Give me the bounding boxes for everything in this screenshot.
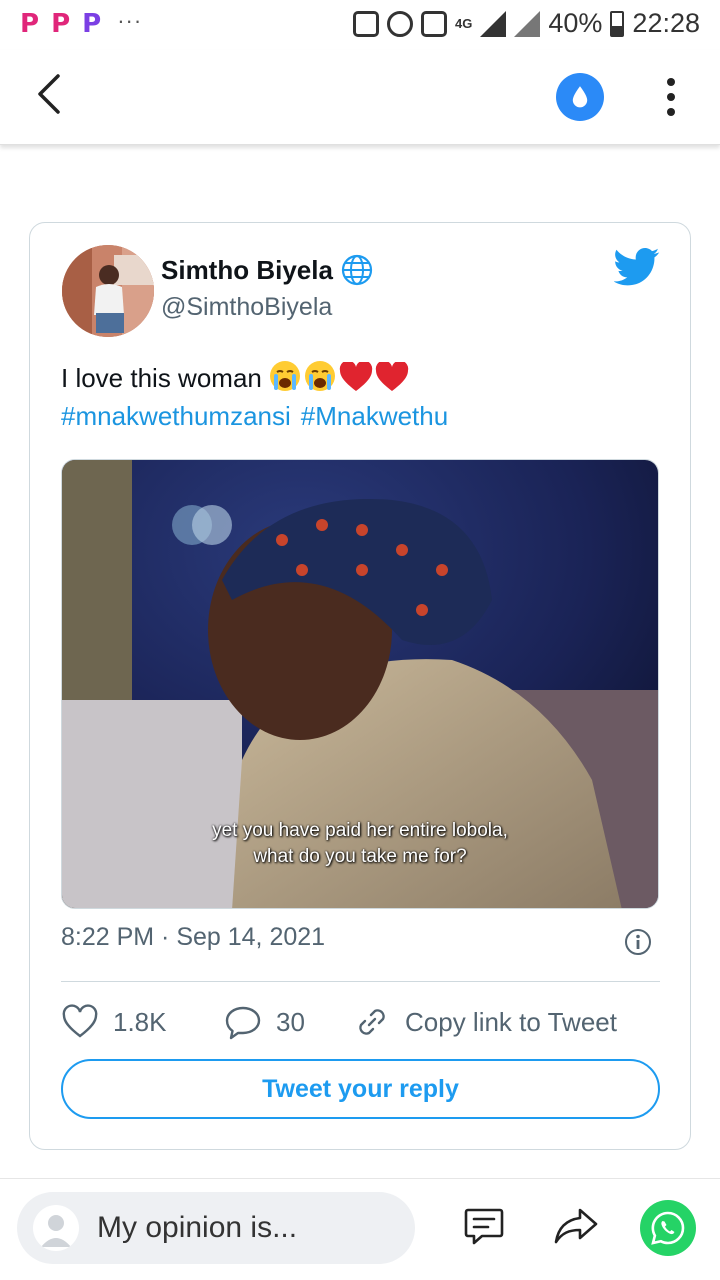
crying-face-icon [305,361,336,391]
battery-icon [610,10,625,37]
tweet-text: I love this woman [61,359,661,397]
twitter-bird-icon[interactable] [614,247,660,287]
more-vertical-icon [667,108,675,116]
hashtag-link[interactable]: #mnakwethumzansi [61,401,291,431]
author-avatar[interactable] [62,245,154,337]
default-avatar-icon [41,1215,71,1247]
app-toolbar [0,50,720,145]
link-icon [359,1009,385,1035]
app-notification-icon: P [82,9,102,39]
user-avatar-icon [33,1205,79,1251]
info-icon[interactable] [624,928,652,956]
red-heart-icon [339,362,373,391]
clock: 22:28 [632,8,700,38]
network-type: 4G [455,16,473,31]
system-indicators: 4G 40% 22:28 [353,8,700,39]
tweet-body: I love this woman [61,363,262,393]
status-bar: P P P ··· 4G 40% 22:28 [0,0,720,50]
water-drop-icon [572,86,588,108]
signal-icon [480,10,507,37]
tweet-timestamp[interactable]: 8:22 PM · Sep 14, 2021 [61,923,325,952]
sim-icon [421,10,448,37]
whatsapp-icon [651,1211,685,1245]
share-icon[interactable] [553,1204,599,1248]
like-count: 1.8K [113,1006,167,1037]
hashtag-list: #mnakwethumzansi #Mnakwethu [61,397,458,435]
app-notification-icon: P [20,9,40,39]
copy-link-button[interactable]: Copy link to Tweet [353,1003,617,1041]
comments-icon[interactable] [462,1204,506,1248]
copy-link-label: Copy link to Tweet [405,1006,617,1037]
crying-face-icon [270,361,301,391]
notification-icons: P P P ··· [20,8,143,39]
signal-icon [514,10,541,37]
bottom-divider [0,1178,720,1179]
speech-bubble-icon [225,1006,261,1040]
more-vertical-icon [667,93,675,101]
alarm-icon [387,10,414,37]
opinion-input[interactable]: My opinion is... [17,1192,415,1264]
more-vertical-icon [667,78,675,86]
app-notification-icon: P [51,9,71,39]
media-subtitle-line: what do you take me for? [253,846,467,867]
embedded-tweet-card: Simtho Biyela @SimthoBiyela I love this … [29,222,691,1150]
water-drop-button[interactable] [556,73,604,121]
avatar-photo [62,245,154,337]
reply-count: 30 [276,1006,305,1037]
opinion-placeholder: My opinion is... [97,1211,298,1244]
more-options-button[interactable] [656,74,686,120]
tweet-your-reply-button[interactable]: Tweet your reply [61,1059,660,1119]
chevron-left-icon [38,74,60,114]
battery-percent: 40% [548,8,603,38]
more-notifications-icon: ··· [117,8,143,33]
globe-icon [341,254,373,286]
divider [61,981,660,982]
hashtag-link[interactable]: #Mnakwethu [301,401,448,431]
whatsapp-share-button[interactable] [640,1200,696,1256]
recycle-icon [353,10,380,37]
tweet-media-image[interactable]: yet you have paid her entire lobola, wha… [61,459,659,909]
author-name[interactable]: Simtho Biyela [161,254,373,286]
back-button[interactable] [34,72,78,122]
tweet-actions: 1.8K 30 Copy link to Tweet [61,1003,661,1043]
reply-button[interactable]: 30 [224,1003,305,1041]
red-heart-icon [375,362,409,391]
like-button[interactable]: 1.8K [61,1003,167,1041]
media-subtitle-line: yet you have paid her entire lobola, [212,820,508,841]
author-handle[interactable]: @SimthoBiyela [161,293,332,322]
author-display-name: Simtho Biyela [161,254,333,285]
heart-outline-icon [62,1004,98,1038]
